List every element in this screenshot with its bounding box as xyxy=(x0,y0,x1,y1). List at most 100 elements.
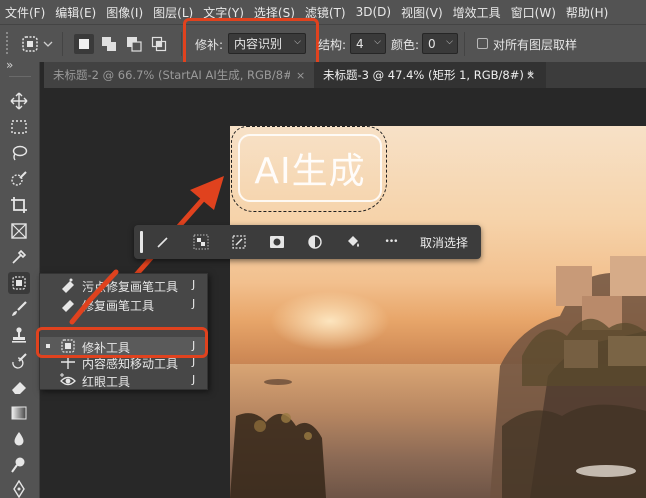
transform-selection-icon xyxy=(232,235,246,249)
flyout-item-spot-healing-brush[interactable]: 污点修复画笔工具 J xyxy=(40,276,207,295)
color-select[interactable]: 0 ⌵ xyxy=(422,33,458,54)
lasso-icon xyxy=(12,145,28,161)
new-selection-icon xyxy=(79,39,89,49)
lasso-tool[interactable] xyxy=(8,142,30,164)
flyout-item-shortcut: J xyxy=(192,373,196,386)
subtract-from-selection-icon xyxy=(127,37,142,52)
new-selection-button[interactable] xyxy=(74,34,94,54)
rectangular-marquee-tool[interactable] xyxy=(8,116,30,138)
checker-grid-icon xyxy=(193,234,209,250)
highlight-box-patch-select xyxy=(183,18,319,68)
eyedropper-tool[interactable] xyxy=(8,246,30,268)
pen-icon xyxy=(13,480,25,498)
taskbar-more-button[interactable]: ••• xyxy=(382,233,400,251)
divider xyxy=(9,76,31,77)
document-tab-bar: 未标题-2 @ 66.7% (StartAI AI生成, RGB/8#) × 未… xyxy=(44,62,646,88)
chevron-down-icon: ⌵ xyxy=(374,37,381,47)
menu-item[interactable]: 窗口(W) xyxy=(506,4,561,21)
tab-untitled-3[interactable]: 未标题-3 @ 47.4% (矩形 1, RGB/8#) * × xyxy=(314,62,546,88)
flyout-item-shortcut: J xyxy=(192,297,196,310)
pen-tool[interactable] xyxy=(8,478,30,498)
add-to-selection-button[interactable] xyxy=(99,34,119,54)
history-brush-icon xyxy=(12,353,27,369)
menu-bar: 文件(F) 编辑(E) 图像(I) 图层(L) 文字(Y) 选择(S) 滤镜(T) 3D(D)… xyxy=(0,0,646,24)
blur-tool[interactable] xyxy=(8,428,30,450)
patch-tool-preset-icon xyxy=(22,36,53,52)
taskbar-transform-selection-button[interactable] xyxy=(230,233,248,251)
intersect-selection-button[interactable] xyxy=(149,34,169,54)
taskbar-handle[interactable] xyxy=(140,231,143,253)
brush-icon xyxy=(12,301,27,316)
crop-icon xyxy=(11,197,27,213)
color-label: 颜色: xyxy=(391,38,420,52)
spot-healing-brush-icon xyxy=(62,278,74,293)
flyout-item-label: 修复画笔工具 xyxy=(82,299,155,313)
generative-fill-icon xyxy=(157,237,168,248)
paint-bucket-icon xyxy=(348,236,359,247)
gradient-icon xyxy=(11,406,27,420)
history-brush-tool[interactable] xyxy=(8,350,30,372)
flyout-item-label: 污点修复画笔工具 xyxy=(82,280,179,294)
menu-item[interactable]: 增效工具 xyxy=(448,4,506,21)
gradient-tool[interactable] xyxy=(8,402,30,424)
dodge-icon xyxy=(11,457,25,473)
menu-item[interactable]: 文件(F) xyxy=(0,4,50,21)
menu-item[interactable]: 图像(I) xyxy=(101,4,148,21)
move-tool[interactable] xyxy=(8,90,30,112)
options-bar-grip[interactable] xyxy=(6,32,8,54)
healing-brush-icon xyxy=(62,300,74,312)
menu-item[interactable]: 3D(D) xyxy=(351,5,396,19)
tab-untitled-2[interactable]: 未标题-2 @ 66.7% (StartAI AI生成, RGB/8#) × xyxy=(44,62,314,88)
divider xyxy=(464,32,465,56)
layer-mask-icon xyxy=(270,236,284,248)
chevron-down-icon: ⌵ xyxy=(446,37,453,47)
adjustment-layer-icon xyxy=(308,235,322,249)
menu-item[interactable]: 帮助(H) xyxy=(561,4,613,21)
eraser-tool[interactable] xyxy=(8,376,30,398)
dodge-tool[interactable] xyxy=(8,454,30,476)
frame-tool[interactable] xyxy=(8,220,30,242)
taskbar-mask-button[interactable] xyxy=(268,233,286,251)
structure-value: 4 xyxy=(356,36,364,51)
divider xyxy=(181,32,182,56)
tool-preset-picker[interactable] xyxy=(20,33,54,58)
highlight-box-patch-tool xyxy=(36,327,208,358)
stamp-icon xyxy=(12,327,26,343)
eyedropper-icon xyxy=(12,249,27,264)
eraser-icon xyxy=(12,382,26,394)
structure-select[interactable]: 4 ⌵ xyxy=(350,33,386,54)
red-eye-icon xyxy=(60,373,76,386)
sample-all-layers-checkbox[interactable] xyxy=(477,38,488,49)
menu-item[interactable]: 编辑(E) xyxy=(50,4,101,21)
frame-icon xyxy=(11,223,27,239)
color-value: 0 xyxy=(428,36,436,51)
divider xyxy=(62,32,63,56)
move-icon xyxy=(10,92,28,110)
taskbar-adjustment-button[interactable] xyxy=(306,233,324,251)
close-icon[interactable]: × xyxy=(526,69,535,82)
more-options-icon: ••• xyxy=(384,237,399,247)
intersect-selection-icon xyxy=(151,36,167,52)
patch-tool-group[interactable] xyxy=(8,272,30,294)
patch-icon xyxy=(12,276,26,290)
taskbar-generative-fill-button[interactable] xyxy=(154,233,172,251)
flyout-item-label: 红眼工具 xyxy=(82,375,131,389)
marquee-icon xyxy=(11,120,27,134)
taskbar-modify-selection-button[interactable] xyxy=(192,233,210,251)
tab-label: 未标题-2 @ 66.7% (StartAI AI生成, RGB/8#) xyxy=(53,68,290,82)
sample-all-layers-label: 对所有图层取样 xyxy=(493,38,578,52)
tab-label: 未标题-3 @ 47.4% (矩形 1, RGB/8#) * xyxy=(323,68,534,82)
subtract-from-selection-button[interactable] xyxy=(124,34,144,54)
flyout-item-shortcut: J xyxy=(192,278,196,291)
object-selection-tool[interactable] xyxy=(8,168,30,190)
brush-tool[interactable] xyxy=(8,298,30,320)
menu-item[interactable]: 视图(V) xyxy=(396,4,448,21)
collapse-panel-icon[interactable]: » xyxy=(6,58,13,72)
close-icon[interactable]: × xyxy=(296,69,305,82)
crop-tool[interactable] xyxy=(8,194,30,216)
flyout-item-healing-brush[interactable]: 修复画笔工具 J xyxy=(40,295,207,314)
clone-stamp-tool[interactable] xyxy=(8,324,30,346)
deselect-button[interactable]: 取消选择 xyxy=(420,234,468,251)
flyout-item-red-eye[interactable]: 红眼工具 J xyxy=(40,371,207,390)
taskbar-fill-button[interactable] xyxy=(344,233,362,251)
